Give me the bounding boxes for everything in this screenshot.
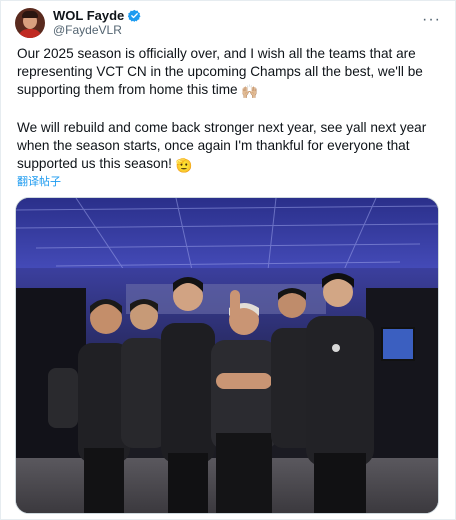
tweet-text: Our 2025 season is officially over, and … [17, 45, 443, 193]
verified-badge-icon [127, 9, 141, 22]
more-icon[interactable]: ··· [422, 11, 441, 29]
translate-link[interactable]: 翻译帖子 [17, 173, 61, 189]
saluting-face-emoji-icon: 🫡 [175, 158, 193, 173]
avatar[interactable] [15, 8, 45, 38]
tweet-paragraph-1: Our 2025 season is officially over, and … [17, 46, 423, 99]
display-name[interactable]: WOL Fayde [53, 8, 124, 23]
author-names: WOL Fayde @FaydeVLR [53, 8, 141, 38]
user-handle[interactable]: @FaydeVLR [53, 23, 141, 38]
raising-hands-emoji-icon: 🙌🏼 [241, 84, 259, 99]
tweet-header: WOL Fayde @FaydeVLR ··· [15, 7, 441, 39]
tweet-paragraph-2: We will rebuild and come back stronger n… [17, 120, 427, 173]
tweet-photo[interactable] [15, 197, 439, 514]
team-photo-image [16, 198, 438, 513]
tweet-card: WOL Fayde @FaydeVLR ··· Our 2025 season … [0, 0, 456, 520]
